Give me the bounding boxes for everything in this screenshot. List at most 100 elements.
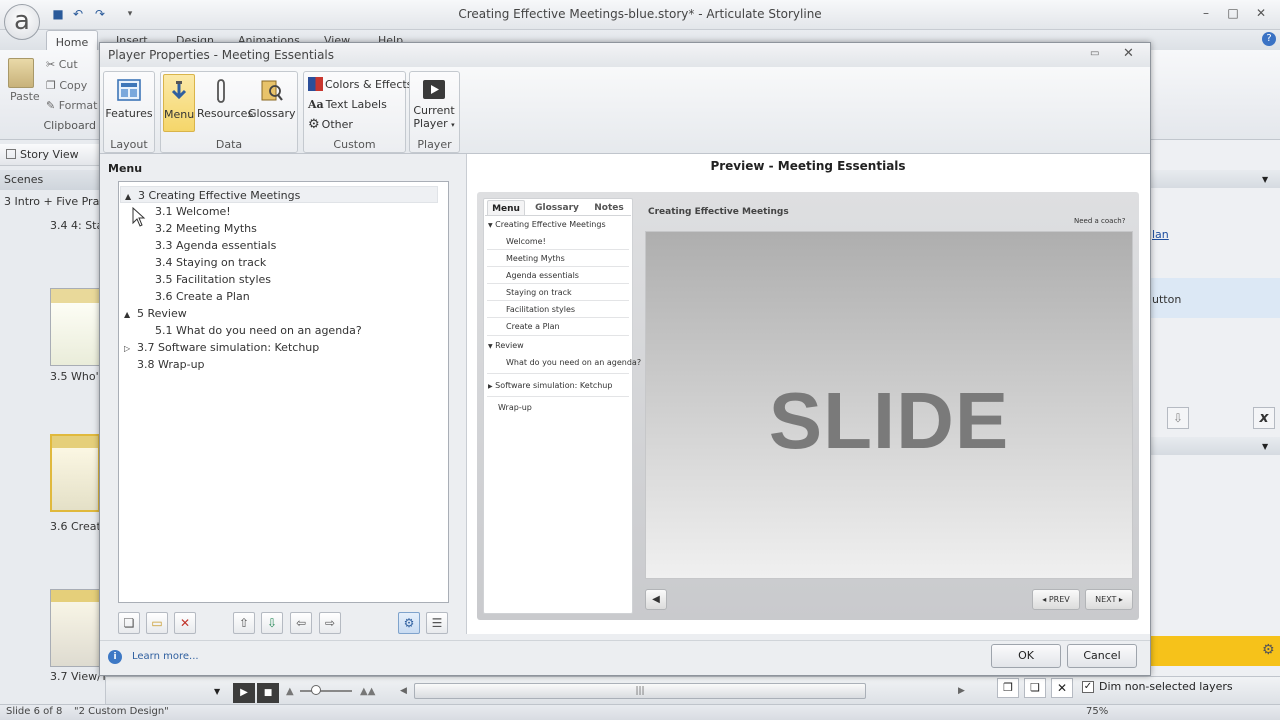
glossary-button[interactable]: Glossary xyxy=(248,74,296,132)
zoom-in-icon[interactable]: ▲▲ xyxy=(360,686,375,697)
divider xyxy=(487,249,629,250)
help-icon[interactable]: ? xyxy=(1262,32,1276,46)
tree-item[interactable]: 3.3 Agenda essentials xyxy=(155,237,276,254)
tree-item[interactable]: 3.6 Create a Plan xyxy=(155,288,250,305)
new-layer-icon[interactable]: ❐ xyxy=(997,678,1019,698)
slide-thumbnail-selected[interactable] xyxy=(50,434,100,512)
close-icon[interactable]: ✕ xyxy=(1249,6,1273,22)
preview-menu-item[interactable]: What do you need on an agenda? xyxy=(506,358,641,367)
clipboard-group: Paste ✂ Cut ❐ Copy ✎ Format Clipboard xyxy=(2,52,100,136)
indent-icon[interactable]: ⇨ xyxy=(319,612,341,634)
preview-tab-menu[interactable]: Menu xyxy=(487,200,525,216)
chevron-down-icon[interactable]: ▼ xyxy=(214,687,220,696)
story-view-tab[interactable]: Story View xyxy=(0,144,106,166)
play-icon[interactable]: ▶ xyxy=(233,683,255,703)
minimize-icon[interactable]: – xyxy=(1194,6,1218,22)
maximize-icon[interactable]: □ xyxy=(1221,6,1245,22)
dim-layers-checkbox[interactable]: ✓ xyxy=(1082,681,1094,693)
delete-icon[interactable]: ✕ xyxy=(174,612,196,634)
trigger-text[interactable]: utton xyxy=(1152,293,1181,306)
gear-icon[interactable]: ⚙ xyxy=(1262,642,1275,658)
paste-button[interactable]: Paste xyxy=(10,90,40,103)
customize-toolbar-icon[interactable]: ▾ xyxy=(122,7,138,21)
format-painter-button[interactable]: ✎ Format xyxy=(46,99,97,112)
next-button[interactable]: NEXT ▸ xyxy=(1085,589,1133,610)
preview-menu-item[interactable]: Create a Plan xyxy=(506,322,560,331)
scroll-right-icon[interactable]: ▶ xyxy=(958,686,965,696)
menu-options-icon[interactable]: ⚙ xyxy=(398,612,420,634)
cut-button[interactable]: ✂ Cut xyxy=(46,58,78,71)
menu-button[interactable]: Menu xyxy=(163,74,195,132)
zoom-slider-thumb[interactable] xyxy=(311,685,321,695)
zoom-out-icon[interactable]: ▲ xyxy=(286,686,294,697)
volume-icon[interactable]: ◀ xyxy=(645,589,667,610)
data-group-label: Data xyxy=(215,138,243,151)
save-icon[interactable]: ■ xyxy=(50,7,66,21)
learn-more-link[interactable]: Learn more... xyxy=(132,651,199,662)
preview-menu-item[interactable]: Agenda essentials xyxy=(506,271,579,280)
tree-item[interactable]: 3.5 Facilitation styles xyxy=(155,271,271,288)
tree-item[interactable]: 5.1 What do you need on an agenda? xyxy=(155,322,362,339)
current-player-button[interactable]: Current Player ▾ xyxy=(411,74,457,136)
zoom-slider[interactable] xyxy=(300,690,352,692)
preview-menu-section[interactable]: ▼ Review xyxy=(488,341,524,350)
text-labels-button[interactable]: Aa Text Labels xyxy=(308,98,387,116)
preview-menu-section[interactable]: Wrap-up xyxy=(498,403,532,412)
folder-icon[interactable]: ▭ xyxy=(146,612,168,634)
reset-menu-icon[interactable]: ☰ xyxy=(426,612,448,634)
features-button[interactable]: Features xyxy=(105,74,153,132)
dialog-close-icon[interactable]: ✕ xyxy=(1123,46,1134,61)
divider xyxy=(487,283,629,284)
move-up-icon[interactable]: ⇧ xyxy=(233,612,255,634)
redo-icon[interactable]: ↷ xyxy=(92,7,108,21)
preview-tab-notes[interactable]: Notes xyxy=(588,200,630,216)
ok-button[interactable]: OK xyxy=(991,644,1061,668)
preview-menu-section[interactable]: ▼ Creating Effective Meetings xyxy=(488,220,606,229)
tree-item[interactable]: 3.2 Meeting Myths xyxy=(155,220,257,237)
timeline-scrollbar[interactable]: ||| xyxy=(414,683,866,699)
preview-menu-item[interactable]: Meeting Myths xyxy=(506,254,565,263)
duplicate-layer-icon[interactable]: ❏ xyxy=(1024,678,1046,698)
move-down-icon[interactable]: ⇩ xyxy=(261,612,283,634)
delete-layer-icon[interactable]: ✕ xyxy=(1051,678,1073,698)
outdent-icon[interactable]: ⇦ xyxy=(290,612,312,634)
trigger-link[interactable]: lan xyxy=(1152,228,1169,241)
tree-item[interactable]: 3.4 Staying on track xyxy=(155,254,266,271)
new-item-icon[interactable]: ❏ xyxy=(118,612,140,634)
app-logo[interactable]: a xyxy=(4,4,40,40)
tree-item-selected[interactable]: ▲ 3 Creating Effective Meetings xyxy=(120,186,438,203)
dialog-maximize-icon[interactable]: ▭ xyxy=(1090,48,1099,59)
move-down-icon[interactable]: ⇩ xyxy=(1167,407,1189,429)
custom-group-label: Custom xyxy=(333,138,376,151)
tree-item[interactable]: ▷ 3.7 Software simulation: Ketchup xyxy=(124,339,319,356)
preview-menu-item[interactable]: Facilitation styles xyxy=(506,305,575,314)
copy-icon: ❐ xyxy=(46,79,56,92)
scene-title[interactable]: 3 Intro + Five Pract xyxy=(4,195,104,208)
chevron-down-icon[interactable]: ▼ xyxy=(1262,175,1268,184)
tree-item[interactable]: 3.8 Wrap-up xyxy=(137,356,205,373)
scroll-left-icon[interactable]: ◀ xyxy=(400,686,407,696)
triggers-header xyxy=(1151,170,1280,188)
prev-button[interactable]: ◂ PREV xyxy=(1032,589,1080,610)
stop-icon[interactable]: ■ xyxy=(257,683,279,703)
resources-button[interactable]: Resources xyxy=(197,74,253,132)
copy-button[interactable]: ❐ Copy xyxy=(46,79,87,92)
preview-menu-item[interactable]: Welcome! xyxy=(506,237,546,246)
undo-icon[interactable]: ↶ xyxy=(70,7,86,21)
preview-menu-section[interactable]: ▶ Software simulation: Ketchup xyxy=(488,381,612,390)
tree-item[interactable]: 3.1 Welcome! xyxy=(155,203,231,220)
layer-highlight[interactable] xyxy=(1151,636,1280,666)
chevron-down-icon[interactable]: ▼ xyxy=(1262,442,1268,451)
colors-effects-button[interactable]: Colors & Effects xyxy=(308,77,412,95)
preview-tab-glossary[interactable]: Glossary xyxy=(532,200,582,216)
slide-thumbnail[interactable] xyxy=(50,288,100,366)
cancel-button[interactable]: Cancel xyxy=(1067,644,1137,668)
variables-icon[interactable]: x xyxy=(1253,407,1275,429)
other-button[interactable]: ⚙ Other xyxy=(308,117,353,135)
preview-menu-item[interactable]: Staying on track xyxy=(506,288,572,297)
need-coach-link[interactable]: Need a coach? xyxy=(1074,217,1125,225)
tab-home[interactable]: Home xyxy=(46,30,98,51)
slide-thumbnail[interactable] xyxy=(50,589,100,667)
tree-item[interactable]: ▲ 5 Review xyxy=(124,305,187,322)
paste-icon[interactable] xyxy=(8,58,34,88)
